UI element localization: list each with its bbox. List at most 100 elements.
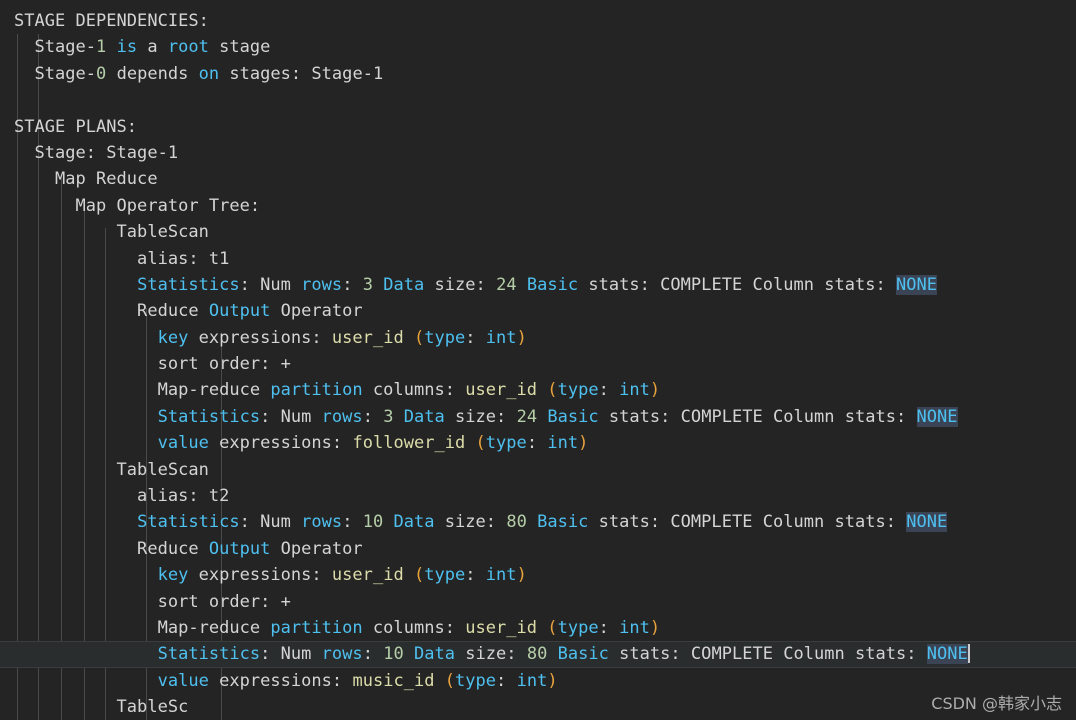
token-plain: columns: bbox=[362, 380, 466, 401]
token-plain: : Num bbox=[260, 644, 322, 665]
token-plain: : bbox=[465, 565, 486, 586]
token-plain: stage bbox=[208, 37, 271, 58]
token-kw: rows bbox=[321, 406, 363, 427]
token-kw: Output bbox=[208, 538, 271, 559]
token-kw: int bbox=[485, 327, 517, 348]
code-line[interactable]: Reduce Output Operator bbox=[0, 536, 1076, 562]
code-line[interactable]: TableScan bbox=[0, 219, 1076, 245]
token-plain: sort order: + bbox=[14, 354, 291, 375]
token-plain: Reduce bbox=[14, 538, 209, 559]
code-line[interactable]: alias: t1 bbox=[0, 246, 1076, 272]
token-kw: key bbox=[157, 565, 189, 586]
token-ident: user_id bbox=[465, 617, 538, 638]
token-paren: ( bbox=[413, 565, 425, 586]
code-line[interactable]: TableScan bbox=[0, 457, 1076, 483]
code-line[interactable]: value expressions: follower_id (type: in… bbox=[0, 430, 1076, 456]
token-ident: user_id bbox=[465, 380, 538, 401]
code-line[interactable]: sort order: + bbox=[0, 351, 1076, 377]
token-plain: : bbox=[342, 512, 363, 533]
token-plain: : bbox=[598, 380, 620, 401]
token-kw: Statistics bbox=[137, 274, 240, 295]
token-plain: alias: t2 bbox=[14, 486, 230, 507]
code-content[interactable]: STAGE DEPENDENCIES: Stage-1 is a root st… bbox=[0, 0, 1076, 720]
token-kw: Data bbox=[383, 274, 425, 295]
token-sel: NONE bbox=[906, 512, 948, 533]
token-plain: : Num bbox=[260, 406, 322, 427]
text-caret bbox=[967, 644, 970, 664]
code-line[interactable]: Stage: Stage-1 bbox=[0, 140, 1076, 166]
token-plain: Map Operator Tree: bbox=[14, 195, 261, 216]
code-line-active[interactable]: Statistics: Num rows: 10 Data size: 80 B… bbox=[0, 641, 1076, 668]
token-plain: a bbox=[137, 37, 168, 58]
code-line[interactable]: value expressions: music_id (type: int) bbox=[0, 668, 1076, 694]
token-kw: root bbox=[167, 37, 209, 58]
token-ident: follower_id bbox=[352, 433, 466, 454]
token-plain: stats: COMPLETE Column stats: bbox=[588, 512, 907, 533]
code-line[interactable]: Reduce Output Operator bbox=[0, 298, 1076, 324]
code-line[interactable]: Statistics: Num rows: 10 Data size: 80 B… bbox=[0, 509, 1076, 535]
code-line[interactable]: Stage-0 depends on stages: Stage-1 bbox=[0, 61, 1076, 87]
token-kw: Data bbox=[403, 406, 445, 427]
token-num: 3 bbox=[383, 406, 394, 427]
code-line[interactable]: Map-reduce partition columns: user_id (t… bbox=[0, 377, 1076, 403]
code-editor-view[interactable]: STAGE DEPENDENCIES: Stage-1 is a root st… bbox=[0, 0, 1076, 720]
token-kw: Basic bbox=[537, 512, 589, 533]
token-num: 80 bbox=[526, 644, 548, 665]
token-plain: stats: COMPLETE Column stats: bbox=[608, 644, 927, 665]
token-num: 3 bbox=[362, 274, 373, 295]
token-num: 24 bbox=[516, 406, 538, 427]
token-kw: Basic bbox=[557, 644, 609, 665]
token-plain: Map-reduce bbox=[14, 380, 271, 401]
code-line[interactable]: Statistics: Num rows: 3 Data size: 24 Ba… bbox=[0, 272, 1076, 298]
token-kw: Data bbox=[414, 644, 456, 665]
token-num: 0 bbox=[96, 63, 107, 84]
token-num: 24 bbox=[496, 274, 517, 295]
code-line[interactable]: sort order: + bbox=[0, 589, 1076, 615]
token-paren: ( bbox=[413, 327, 425, 348]
token-num: 10 bbox=[383, 644, 404, 665]
token-kw: type bbox=[424, 565, 466, 586]
token-plain: size: bbox=[424, 274, 497, 295]
token-plain: Operator bbox=[270, 538, 363, 559]
token-plain: STAGE DEPENDENCIES: bbox=[14, 11, 209, 31]
token-kw: Statistics bbox=[157, 406, 261, 427]
token-kw: rows bbox=[301, 512, 343, 533]
code-line[interactable]: Stage-1 is a root stage bbox=[0, 34, 1076, 60]
token-plain: : bbox=[342, 274, 363, 295]
token-plain: Stage- bbox=[14, 37, 97, 58]
code-line[interactable]: STAGE PLANS: bbox=[0, 114, 1076, 140]
code-line[interactable]: TableSc bbox=[0, 694, 1076, 720]
code-line[interactable]: Map Operator Tree: bbox=[0, 193, 1076, 219]
token-kw: type bbox=[557, 617, 599, 638]
code-line[interactable]: key expressions: user_id (type: int) bbox=[0, 562, 1076, 588]
token-paren: ) bbox=[649, 617, 661, 638]
code-line[interactable]: STAGE DEPENDENCIES: bbox=[0, 8, 1076, 34]
token-paren: ) bbox=[547, 670, 558, 691]
code-line[interactable]: Map-reduce partition columns: user_id (t… bbox=[0, 615, 1076, 641]
token-plain: Map-reduce bbox=[14, 617, 271, 638]
token-plain: : Num bbox=[239, 512, 302, 533]
token-plain: : Num bbox=[239, 274, 302, 295]
code-line[interactable]: key expressions: user_id (type: int) bbox=[0, 325, 1076, 351]
code-line[interactable]: Statistics: Num rows: 3 Data size: 24 Ba… bbox=[0, 404, 1076, 430]
token-kw: int bbox=[547, 433, 579, 454]
token-plain: TableScan bbox=[14, 459, 209, 480]
token-kw: int bbox=[516, 670, 548, 691]
code-line[interactable] bbox=[0, 87, 1076, 113]
token-plain: TableSc bbox=[14, 697, 189, 718]
code-line[interactable]: alias: t2 bbox=[0, 483, 1076, 509]
code-line[interactable]: Map Reduce bbox=[0, 166, 1076, 192]
